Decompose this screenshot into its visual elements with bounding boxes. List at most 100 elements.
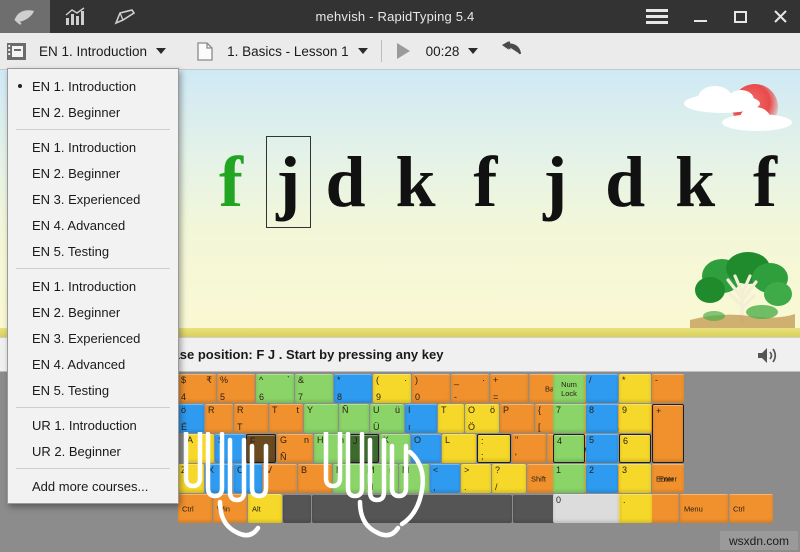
keyboard-key[interactable]: Alt [248, 494, 282, 523]
keyboard-key[interactable]: 8 [586, 404, 618, 433]
keyboard-key[interactable]: öÉ [178, 404, 204, 433]
course-menu-item[interactable]: EN 4. Advanced [8, 212, 178, 238]
keyboard-key[interactable]: 9 [619, 404, 651, 433]
keyboard-key[interactable]: & 7 [295, 374, 333, 403]
keyboard-key[interactable]: GÑn [277, 434, 313, 463]
course-menu-item[interactable]: EN 1. Introduction [8, 134, 178, 160]
keyboard-key[interactable]: 7 [553, 404, 585, 433]
course-menu-item-label: EN 2. Beginner [32, 304, 121, 320]
course-menu-item[interactable]: EN 3. Experienced [8, 186, 178, 212]
keyboard-key[interactable]: R [205, 404, 233, 433]
course-menu-item[interactable]: UR 2. Beginner [8, 438, 178, 464]
app-menu-button[interactable] [634, 0, 680, 33]
keyboard-key[interactable]: Hh [314, 434, 348, 463]
course-menu-item[interactable]: EN 1. Introduction [8, 273, 178, 299]
keyboard-key[interactable]: * [619, 374, 651, 403]
course-menu-item[interactable]: EN 5. Testing [8, 238, 178, 264]
course-menu-item[interactable]: EN 5. Testing [8, 377, 178, 403]
keyboard-key[interactable]: _ - · [451, 374, 489, 403]
keyboard-key[interactable]: + [652, 404, 684, 463]
keyboard-key[interactable]: V [263, 464, 297, 493]
keyboard-key[interactable]: . [620, 494, 652, 523]
keyboard-key[interactable]: 6 [619, 434, 651, 463]
course-menu-item[interactable]: EN 1. Introduction [8, 73, 178, 99]
keyboard-key[interactable]: Iı [405, 404, 437, 433]
keyboard-key[interactable]: - [652, 374, 684, 403]
course-menu-item[interactable]: EN 2. Beginner [8, 299, 178, 325]
keyboard-key[interactable]: Tt [269, 404, 303, 433]
undo-button[interactable] [500, 40, 524, 63]
play-button[interactable] [396, 43, 410, 59]
keyboard-numpad-block[interactable]: Num Lock / * - 7 8 9 +4 5 6 1 2 3 Enter Enter 0. [553, 374, 685, 524]
keyboard-key[interactable]: Y [304, 404, 338, 433]
keyboard-key[interactable]: OÖö [465, 404, 499, 433]
keyboard-key[interactable]: Win [213, 494, 247, 523]
course-menu-item[interactable]: Add more courses... [8, 473, 178, 499]
maximize-button[interactable] [720, 0, 760, 33]
course-menu-item[interactable]: EN 3. Experienced [8, 325, 178, 351]
keyboard-key[interactable]: C [234, 464, 262, 493]
keyboard-key[interactable]: O [411, 434, 441, 463]
minimize-button[interactable] [680, 0, 720, 33]
sound-toggle[interactable] [756, 346, 778, 370]
course-selector[interactable]: EN 1. Introduction [33, 33, 172, 70]
keyboard-key[interactable]: 4 [553, 434, 585, 463]
course-menu-item[interactable]: UR 1. Introduction [8, 412, 178, 438]
keyboard-key[interactable]: M [399, 464, 429, 493]
keyboard-key[interactable] [283, 494, 311, 523]
keyboard-key[interactable]: 3 [619, 464, 651, 493]
key-label: 0 [415, 392, 421, 402]
keyboard-key[interactable]: B [298, 464, 332, 493]
close-button[interactable] [760, 0, 800, 33]
keyboard-key[interactable]: K [380, 434, 410, 463]
keyboard-key[interactable]: UÜü [370, 404, 404, 433]
keyboard-key[interactable]: MNn [364, 464, 398, 493]
keyboard-key[interactable]: Num Lock [553, 374, 585, 403]
keyboard-key[interactable]: + = [490, 374, 528, 403]
keyboard-key[interactable]: 1 [553, 464, 585, 493]
keyboard-key[interactable]: Ctrl [729, 494, 773, 523]
keyboard-key[interactable] [312, 494, 512, 523]
keyboard-key[interactable]: S [215, 434, 245, 463]
key-label: 9 [622, 405, 628, 415]
statistics-tab[interactable] [50, 0, 100, 33]
keyboard-key[interactable]: J [349, 434, 379, 463]
keyboard-key[interactable]: " ' [512, 434, 546, 463]
keyboard-key[interactable]: Enter Enter [652, 464, 684, 493]
keyboard-key[interactable]: L [442, 434, 476, 463]
keyboard-key[interactable]: N [333, 464, 363, 493]
course-menu-item[interactable]: EN 2. Beginner [8, 99, 178, 125]
keyboard-key[interactable]: Z [178, 464, 204, 493]
keyboard-key[interactable]: % 5 [217, 374, 255, 403]
typing-tab[interactable] [0, 0, 50, 33]
timer-selector[interactable]: 00:28 [420, 33, 485, 70]
keyboard-key[interactable]: P [500, 404, 534, 433]
keyboard-key[interactable]: RT [234, 404, 268, 433]
keyboard-key[interactable]: T [438, 404, 464, 433]
keyboard-key[interactable]: F [246, 434, 276, 463]
keyboard-key[interactable]: Menu [680, 494, 728, 523]
course-dropdown-menu[interactable]: EN 1. Introduction EN 2. Beginner EN 1. In… [7, 68, 179, 504]
keyboard-key[interactable]: <, [430, 464, 460, 493]
keyboard-key[interactable]: $4 ₹ [178, 374, 216, 403]
course-menu-item[interactable]: EN 4. Advanced [8, 351, 178, 377]
keyboard-key[interactable]: A [184, 434, 214, 463]
keyboard-key[interactable]: :; [477, 434, 511, 463]
keyboard-key[interactable]: 2 [586, 464, 618, 493]
keyboard-key[interactable]: 5 [586, 434, 618, 463]
lesson-char: f [473, 142, 498, 222]
keyboard-key[interactable]: ) 0 [412, 374, 450, 403]
keyboard-key[interactable]: X [205, 464, 233, 493]
keyboard-key[interactable]: Ñ [339, 404, 369, 433]
keyboard-key[interactable]: 0 [553, 494, 619, 523]
keyboard-key[interactable]: ? / [492, 464, 526, 493]
keyboard-key[interactable]: ^ 6 ` [256, 374, 294, 403]
keyboard-key[interactable]: >. [461, 464, 491, 493]
course-menu-item[interactable]: EN 2. Beginner [8, 160, 178, 186]
keyboard-key[interactable]: Ctrl [178, 494, 212, 523]
keyboard-key[interactable]: / [586, 374, 618, 403]
lesson-editor-tab[interactable] [100, 0, 150, 33]
lesson-selector[interactable]: 1. Basics - Lesson 1 [221, 33, 374, 70]
keyboard-key[interactable]: (9 · [373, 374, 411, 403]
keyboard-key[interactable]: * 8 [334, 374, 372, 403]
